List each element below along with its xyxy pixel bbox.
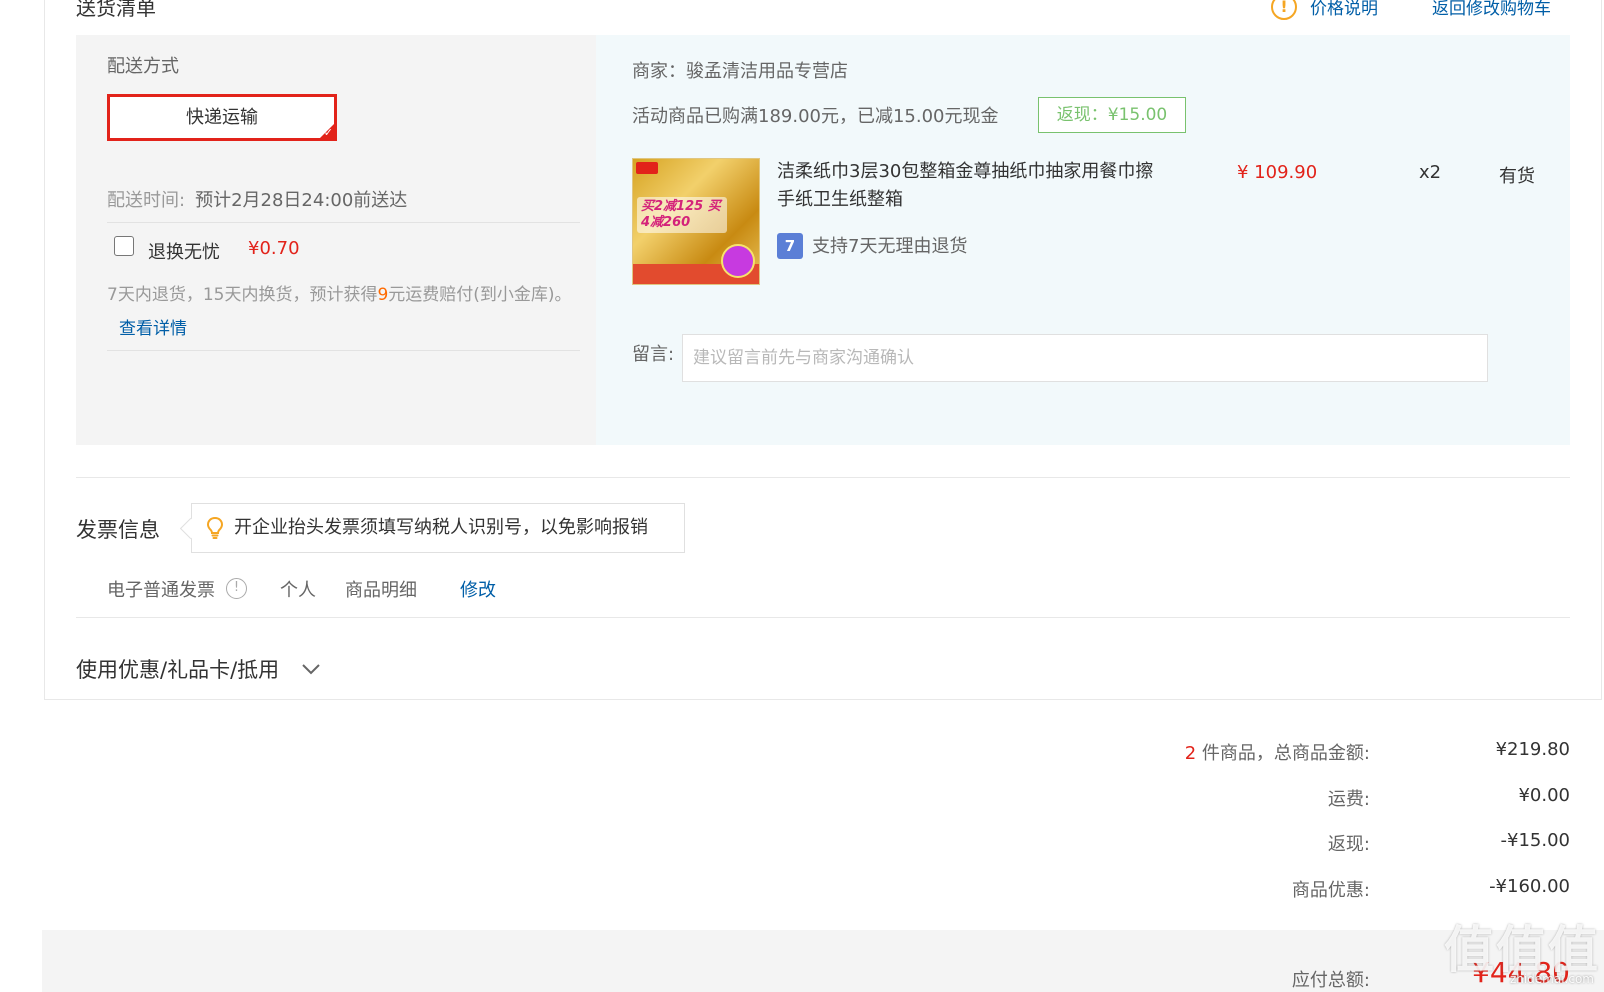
summary-discount-label: 商品优惠: <box>1291 880 1370 901</box>
invoice-type: 电子普通发票 <box>107 580 215 601</box>
watermark-url: zhidemai.com <box>1509 972 1594 986</box>
check-icon: ✓ <box>323 126 333 139</box>
return-worry-free-checkbox[interactable] <box>114 236 134 256</box>
product-name-link[interactable]: 洁柔纸巾3层30包整箱金尊抽纸巾抽家用餐巾擦手纸卫生纸整箱 <box>777 158 1167 214</box>
delivery-method-label: 配送方式 <box>107 56 179 77</box>
total-label: 应付总额: <box>1291 970 1370 991</box>
seven-day-return-icon: 7 <box>777 233 803 259</box>
lightbulb-icon <box>206 516 224 539</box>
summary-item-text: 件商品，总商品金额: <box>1196 743 1370 764</box>
summary-cashback-value: -¥15.00 <box>1500 830 1570 851</box>
memo-label: 留言: <box>632 344 675 365</box>
section-title: 送货清单 <box>76 0 156 20</box>
delivery-time-value: 预计2月28日24:00前送达 <box>195 190 408 211</box>
summary-cashback-label: 返现: <box>1327 834 1370 855</box>
return-worry-free-label[interactable]: 退换无忧 <box>148 238 220 264</box>
promo-text: 活动商品已购满189.00元，已减15.00元现金 <box>632 106 999 127</box>
summary-discount-value: -¥160.00 <box>1489 876 1570 897</box>
product-image[interactable]: 买2减125 买4减260 <box>632 158 760 285</box>
back-to-cart-link[interactable]: 返回修改购物车 <box>1432 0 1551 19</box>
delivery-method-express-button[interactable]: 快递运输 ✓ <box>107 94 337 141</box>
info-icon[interactable]: ! <box>226 578 247 599</box>
return-details-link[interactable]: 查看详情 <box>119 319 187 339</box>
divider <box>107 222 580 223</box>
summary-shipping-label: 运费: <box>1327 789 1370 810</box>
product-price: ¥ 109.90 <box>1237 162 1318 183</box>
seven-day-return-text: 支持7天无理由退货 <box>812 236 968 257</box>
delivery-time-label: 配送时间: <box>107 190 186 211</box>
return-worry-free-price: ¥0.70 <box>248 238 300 259</box>
vendor-name: 商家：骏孟清洁用品专营店 <box>632 61 848 82</box>
product-quantity: x2 <box>1419 162 1442 183</box>
delivery-method-text: 快递运输 <box>186 107 258 128</box>
summary-items-label: 2 件商品，总商品金额: <box>1185 739 1370 765</box>
invoice-tip-text: 开企业抬头发票须填写纳税人识别号，以免影响报销 <box>234 517 648 538</box>
invoice-edit-link[interactable]: 修改 <box>460 576 496 602</box>
invoice-title: 发票信息 <box>76 518 160 542</box>
return-desc-suffix: 元运费赔付(到小金库)。 <box>388 285 572 305</box>
brand-logo-icon <box>636 162 658 174</box>
return-description: 7天内退货，15天内换货，预计获得9元运费赔付(到小金库)。查看详情 <box>107 278 587 346</box>
summary-items-total: ¥219.80 <box>1495 739 1570 760</box>
summary-item-count: 2 <box>1184 743 1197 764</box>
divider <box>107 350 580 351</box>
summary-shipping-value: ¥0.00 <box>1518 785 1570 806</box>
cashback-tag: 返现：¥15.00 <box>1038 97 1186 133</box>
divider <box>76 617 1570 618</box>
invoice-title-type: 个人 <box>280 580 316 601</box>
image-badge-icon <box>721 244 755 278</box>
coupon-toggle[interactable]: 使用优惠/礼品卡/抵用 <box>76 654 279 684</box>
invoice-tip: 开企业抬头发票须填写纳税人识别号，以免影响报销 <box>191 503 685 553</box>
memo-input[interactable] <box>682 334 1488 382</box>
divider <box>76 477 1570 478</box>
delivery-time: 配送时间: 预计2月28日24:00前送达 <box>107 186 407 212</box>
return-desc-amount: 9 <box>377 285 389 305</box>
image-promo-text: 买2减125 买4减260 <box>637 197 727 233</box>
invoice-content: 商品明细 <box>345 580 417 601</box>
return-desc-prefix: 7天内退货，15天内换货，预计获得 <box>107 285 378 305</box>
chevron-down-icon[interactable] <box>300 658 322 680</box>
product-stock: 有货 <box>1499 166 1535 187</box>
price-note-link[interactable]: 价格说明 <box>1310 0 1378 19</box>
